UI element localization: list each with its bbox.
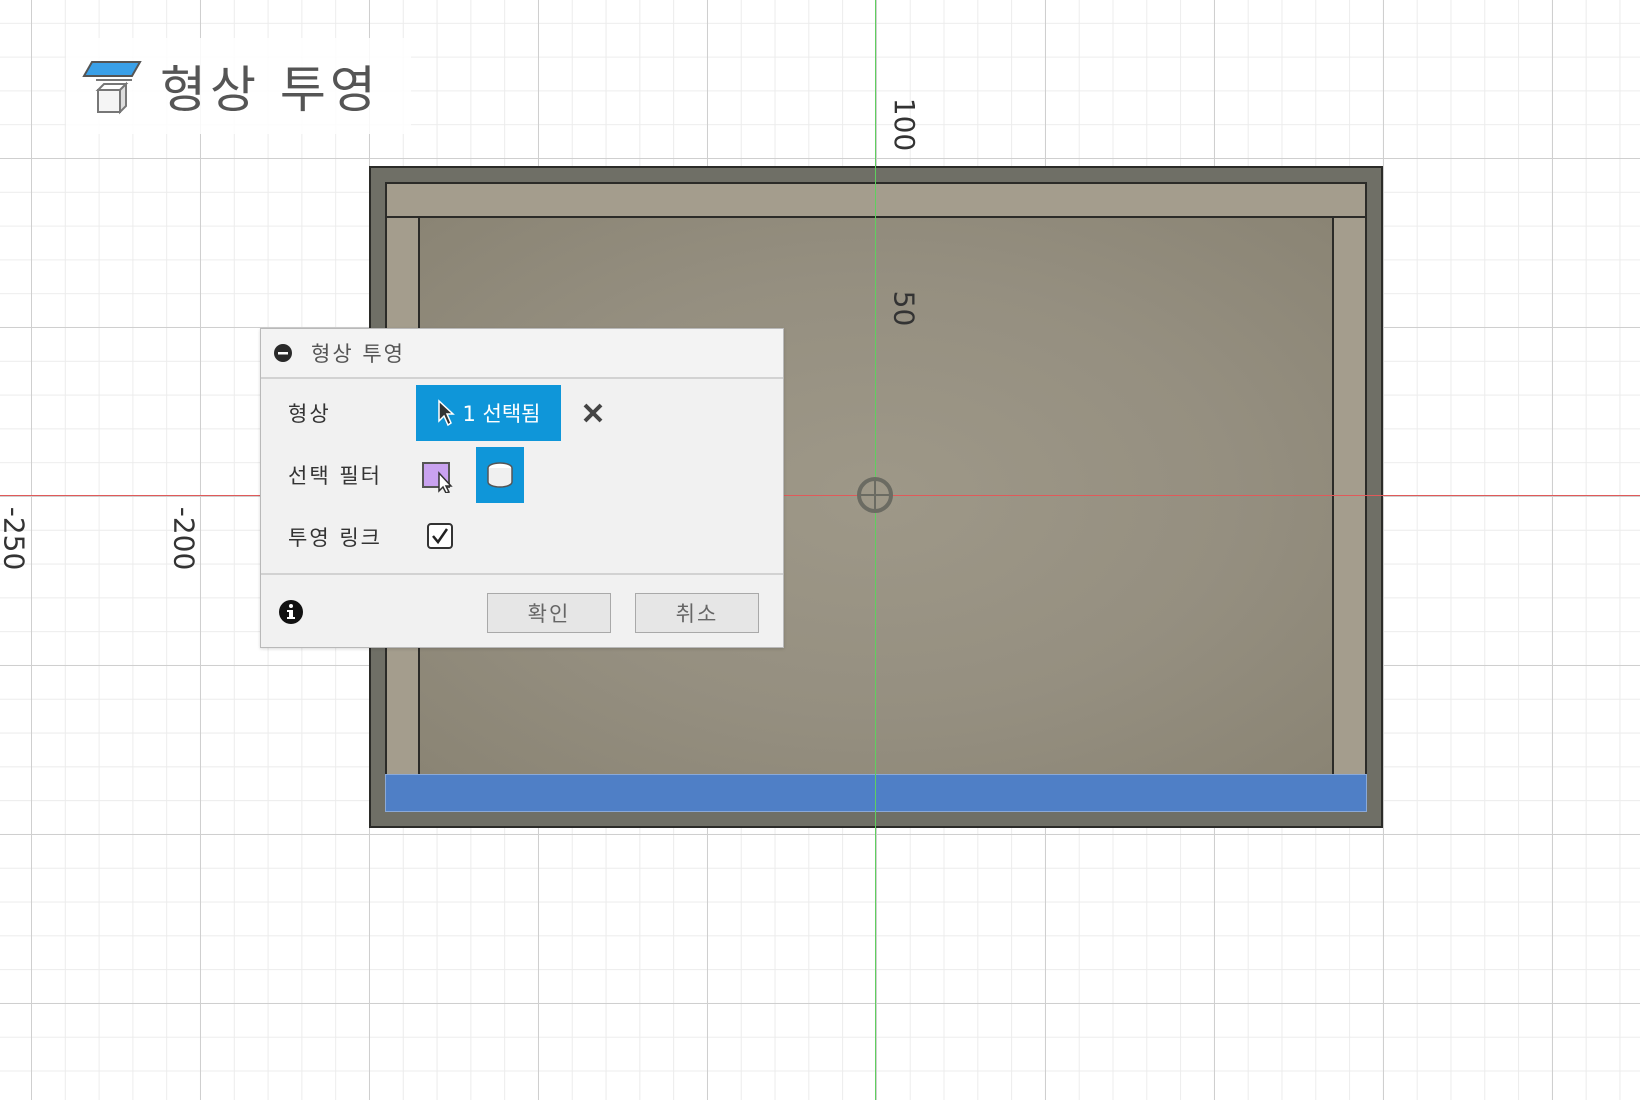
project-geometry-icon [82, 61, 142, 115]
selected-face[interactable] [385, 774, 1367, 812]
origin-icon[interactable] [856, 476, 894, 514]
axis-label-neg250: -250 [0, 506, 31, 571]
ok-button[interactable]: 확인 [487, 593, 611, 633]
body-select-icon [487, 462, 513, 488]
dialog-header[interactable]: 형상 투영 [261, 329, 783, 379]
box-inner-edge [385, 216, 1367, 218]
selection-filter-row: 선택 필터 [261, 447, 783, 503]
body-filter-button[interactable] [476, 447, 524, 503]
projection-link-checkbox[interactable] [427, 523, 453, 549]
face-select-icon[interactable] [421, 459, 455, 493]
axis-label-50: 50 [887, 290, 921, 327]
collapse-minus-icon[interactable] [273, 343, 293, 363]
axis-label-100: 100 [888, 97, 922, 152]
dialog-footer: 확인 취소 [261, 575, 783, 649]
geometry-row: 형상 1 선택됨 [261, 385, 783, 441]
cancel-button[interactable]: 취소 [635, 593, 759, 633]
dialog-title: 형상 투영 [311, 342, 405, 366]
command-title: 형상 투영 [160, 61, 380, 119]
project-geometry-dialog: 형상 투영 형상 1 선택됨 선택 필터 투영 링크 확인 취소 [260, 328, 784, 648]
axis-label-neg200: -200 [167, 506, 201, 571]
x-axis [0, 495, 1640, 496]
projection-link-label: 투영 링크 [288, 526, 382, 550]
selection-filter-label: 선택 필터 [288, 464, 382, 488]
info-icon[interactable] [278, 599, 304, 625]
geometry-selection-button[interactable]: 1 선택됨 [416, 385, 561, 441]
command-title-bar: 형상 투영 [66, 38, 411, 134]
geometry-label: 형상 [288, 402, 331, 426]
y-axis [875, 0, 876, 1100]
projection-link-row: 투영 링크 [261, 509, 783, 565]
clear-selection-icon[interactable] [579, 399, 607, 427]
checkmark-icon [432, 528, 449, 545]
dialog-body: 형상 1 선택됨 선택 필터 투영 링크 [261, 379, 783, 575]
cursor-arrow-icon [437, 399, 455, 427]
selection-count-text: 1 선택됨 [462, 402, 541, 426]
